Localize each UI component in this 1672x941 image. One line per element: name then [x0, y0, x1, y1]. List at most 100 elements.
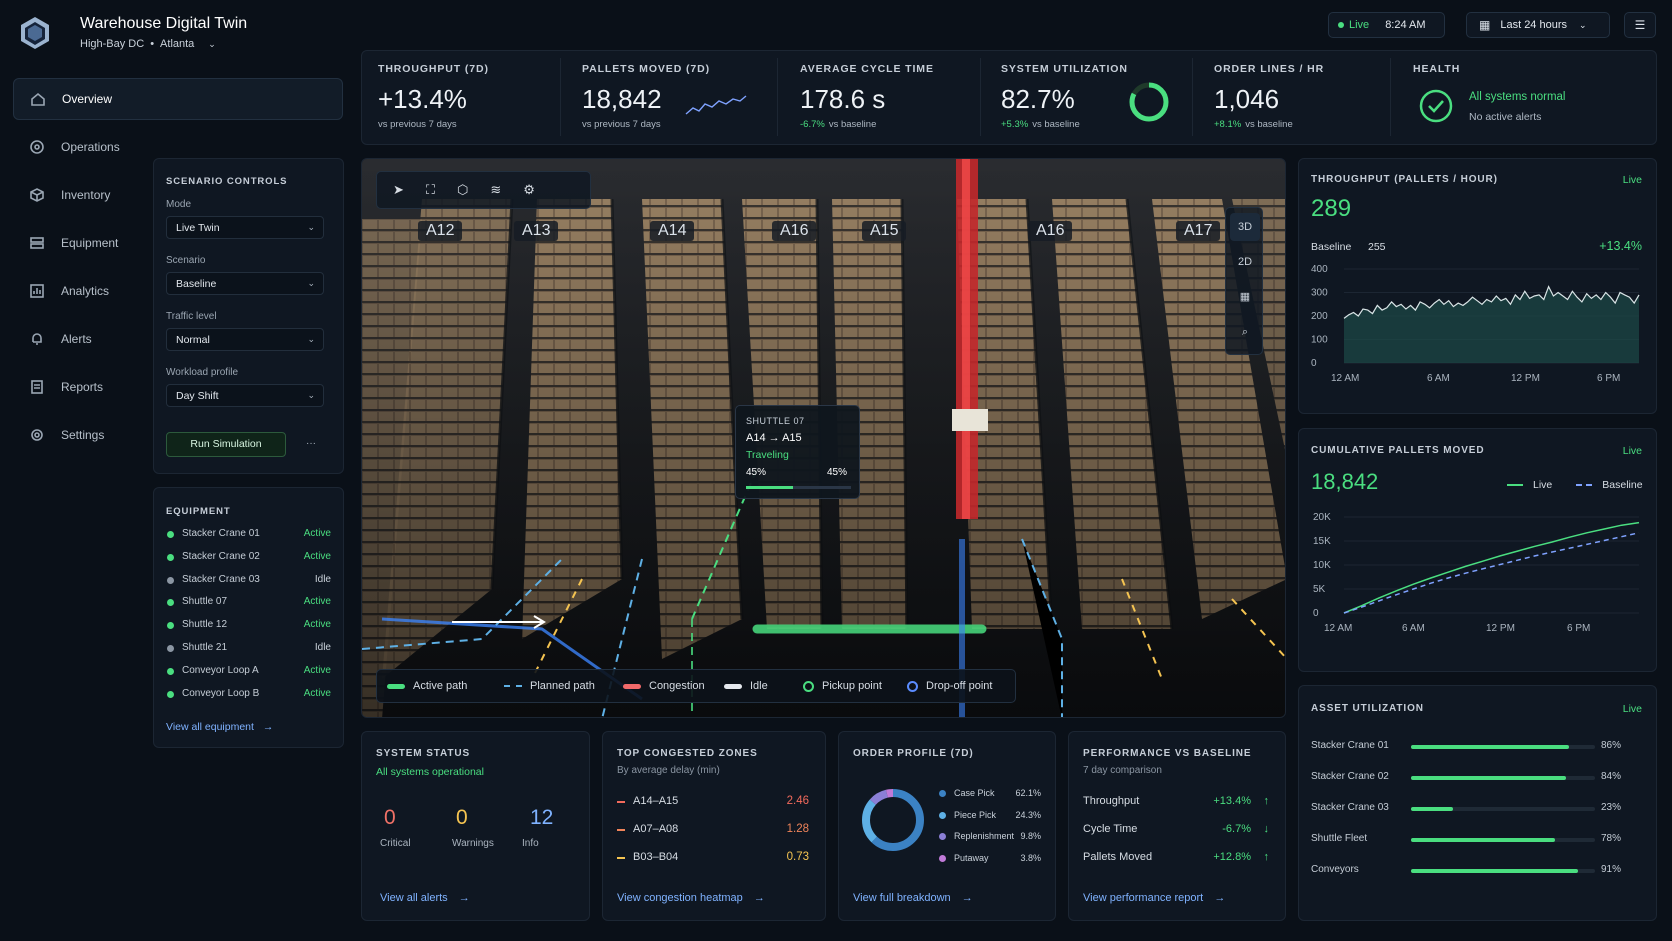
sidebar-item-inventory[interactable]: Inventory [13, 174, 143, 216]
sidebar-item-operations[interactable]: Operations [13, 126, 143, 168]
kpi-value: +13.4% [378, 84, 467, 114]
report-icon [31, 380, 43, 394]
asset-live-label: Live [1622, 703, 1642, 715]
performance-sub: 7 day comparison [1083, 765, 1162, 776]
equipment-panel: EQUIPMENT Stacker Crane 01 Active Stacker … [153, 487, 344, 748]
equipment-row[interactable]: Conveyor Loop B Active [166, 688, 331, 702]
equipment-status: Active [303, 687, 331, 699]
zone-name: A14–A15 [633, 795, 679, 807]
scenario-select[interactable]: Day Shift ⌄ [166, 384, 324, 407]
health-sub: No active alerts [1469, 111, 1542, 123]
kpi-label: HEALTH [1413, 63, 1461, 75]
asset-bar-track [1411, 838, 1595, 842]
sidebar-item-reports[interactable]: Reports [13, 366, 143, 408]
kpi-sub-text: vs baseline [828, 119, 877, 130]
order-type-name: Replenishment [954, 831, 1015, 841]
aisle-label: A16 [772, 221, 817, 241]
equipment-status: Active [303, 664, 331, 676]
asset-bar-fill [1411, 838, 1555, 842]
scenario-controls-title: SCENARIO CONTROLS [166, 176, 288, 187]
equipment-status: Idle [314, 573, 331, 585]
sidebar-item-equipment[interactable]: Equipment [13, 222, 143, 264]
view-full-breakdown-link[interactable]: View full breakdown → [853, 892, 973, 904]
asset-pct: 86% [1600, 740, 1621, 751]
analytics-icon [30, 284, 44, 298]
kpi-value: 178.6 s [800, 84, 886, 114]
order-profile-donut [862, 789, 924, 851]
time-range-select[interactable]: ▦ Last 24 hours ⌄ [1466, 12, 1610, 38]
view-3d-button[interactable]: 3D [1230, 213, 1260, 241]
more-options-button[interactable]: ··· [296, 432, 326, 457]
scenario-select[interactable]: Baseline ⌄ [166, 272, 324, 295]
tooltip-state: Traveling [746, 449, 789, 461]
metric-name: Throughput [1083, 795, 1140, 807]
layers-icon[interactable]: ≋ [490, 182, 501, 198]
sliders-icon: ☰ [1634, 18, 1646, 32]
chevron-down-icon: ⌄ [307, 278, 315, 288]
asset-bar-fill [1411, 745, 1570, 749]
legend-label: Idle [750, 680, 768, 692]
grid-view-icon[interactable]: ▦ [1230, 283, 1260, 311]
run-simulation-button[interactable]: Run Simulation [166, 432, 286, 457]
x-tick-label: 12 PM [1486, 623, 1515, 634]
live-label: Live [1349, 19, 1370, 31]
kpi-sub: +5.3% vs baseline [1001, 119, 1080, 130]
scenario-select[interactable]: Live Twin ⌄ [166, 216, 324, 239]
equipment-row[interactable]: Shuttle 12 Active [166, 619, 331, 633]
scenario-select[interactable]: Normal ⌄ [166, 328, 324, 351]
kpi-sub: -6.7% vs baseline [800, 119, 876, 130]
y-tick-label: 0 [1311, 358, 1317, 369]
arrow-right-icon: → [753, 892, 765, 904]
cumulative-legend: Live Baseline [1507, 479, 1643, 491]
sidebar-item-settings[interactable]: Settings [13, 414, 143, 456]
throughput-area-chart: 0 100 200 300 400 12 AM 6 AM 12 PM 6 PM [1311, 264, 1640, 384]
equipment-row[interactable]: Shuttle 21 Idle [166, 642, 331, 656]
equipment-row[interactable]: Shuttle 07 Active [166, 596, 331, 610]
equipment-row[interactable]: Stacker Crane 03 Idle [166, 574, 331, 588]
legend-dot [939, 833, 946, 840]
zoom-icon[interactable]: ⌕ [1230, 318, 1260, 346]
sidebar-item-overview[interactable]: Overview [13, 78, 343, 120]
sidebar-item-analytics[interactable]: Analytics [13, 270, 143, 312]
kpi-sub-text: vs previous 7 days [582, 119, 661, 130]
camera-settings-icon[interactable]: ⚙ [523, 182, 535, 198]
status-dot [167, 667, 174, 675]
equipment-row[interactable]: Stacker Crane 01 Active [166, 528, 331, 542]
live-indicator: Live 8:24 AM [1328, 12, 1445, 38]
x-tick-label: 12 AM [1331, 373, 1359, 384]
system-status-sub: All systems operational [376, 766, 484, 778]
aisle-label: A15 [862, 221, 907, 241]
cube-icon[interactable]: ⬡ [457, 182, 468, 198]
asset-name: Stacker Crane 01 [1311, 740, 1389, 751]
view-performance-report-link[interactable]: View performance report → [1083, 892, 1225, 904]
view-all-alerts-label: View all alerts [380, 892, 448, 904]
legend-live-label: Live [1533, 479, 1553, 491]
equipment-row[interactable]: Conveyor Loop A Active [166, 665, 331, 679]
chevron-down-icon: ⌄ [1579, 19, 1587, 30]
view-2d-button[interactable]: 2D [1230, 248, 1260, 276]
metric-name: Cycle Time [1083, 823, 1138, 835]
equipment-status: Active [303, 596, 331, 608]
kpi-divider [980, 58, 981, 136]
asset-pct: 78% [1600, 833, 1621, 844]
y-tick-label: 0 [1313, 608, 1319, 619]
aisle-label: A16 [1028, 221, 1073, 241]
equipment-row[interactable]: Stacker Crane 02 Active [166, 551, 331, 565]
warehouse-3d-viewport[interactable]: ➤ ⛶ ⬡ ≋ ⚙ A12 A13 A14 A16 A15 A16 A17 3D 2D ▦ … [361, 158, 1286, 718]
asset-name: Stacker Crane 03 [1311, 802, 1389, 813]
filter-settings-button[interactable]: ☰ [1624, 12, 1656, 38]
sidebar-item-alerts[interactable]: Alerts [13, 318, 143, 360]
status-dot [167, 645, 174, 652]
kpi-sub-text: vs baseline [1245, 119, 1293, 130]
fullscreen-icon[interactable]: ⛶ [426, 182, 435, 198]
equipment-name: Shuttle 07 [182, 596, 228, 608]
view-all-alerts-link[interactable]: View all alerts → [380, 892, 470, 904]
select-cursor-icon[interactable]: ➤ [393, 182, 404, 198]
cumulative-chart-panel: CUMULATIVE PALLETS MOVED Live 18,842 Liv… [1298, 428, 1657, 672]
performance-title: PERFORMANCE VS BASELINE [1083, 748, 1252, 759]
status-dot [167, 576, 174, 584]
view-congestion-heatmap-link[interactable]: View congestion heatmap → [617, 892, 765, 904]
view-all-equipment-link[interactable]: View all equipment → [166, 721, 273, 733]
site-selector[interactable]: High-Bay DC • Atlanta ⌄ [80, 38, 216, 50]
order-type-pct: 24.3% [1015, 809, 1041, 820]
